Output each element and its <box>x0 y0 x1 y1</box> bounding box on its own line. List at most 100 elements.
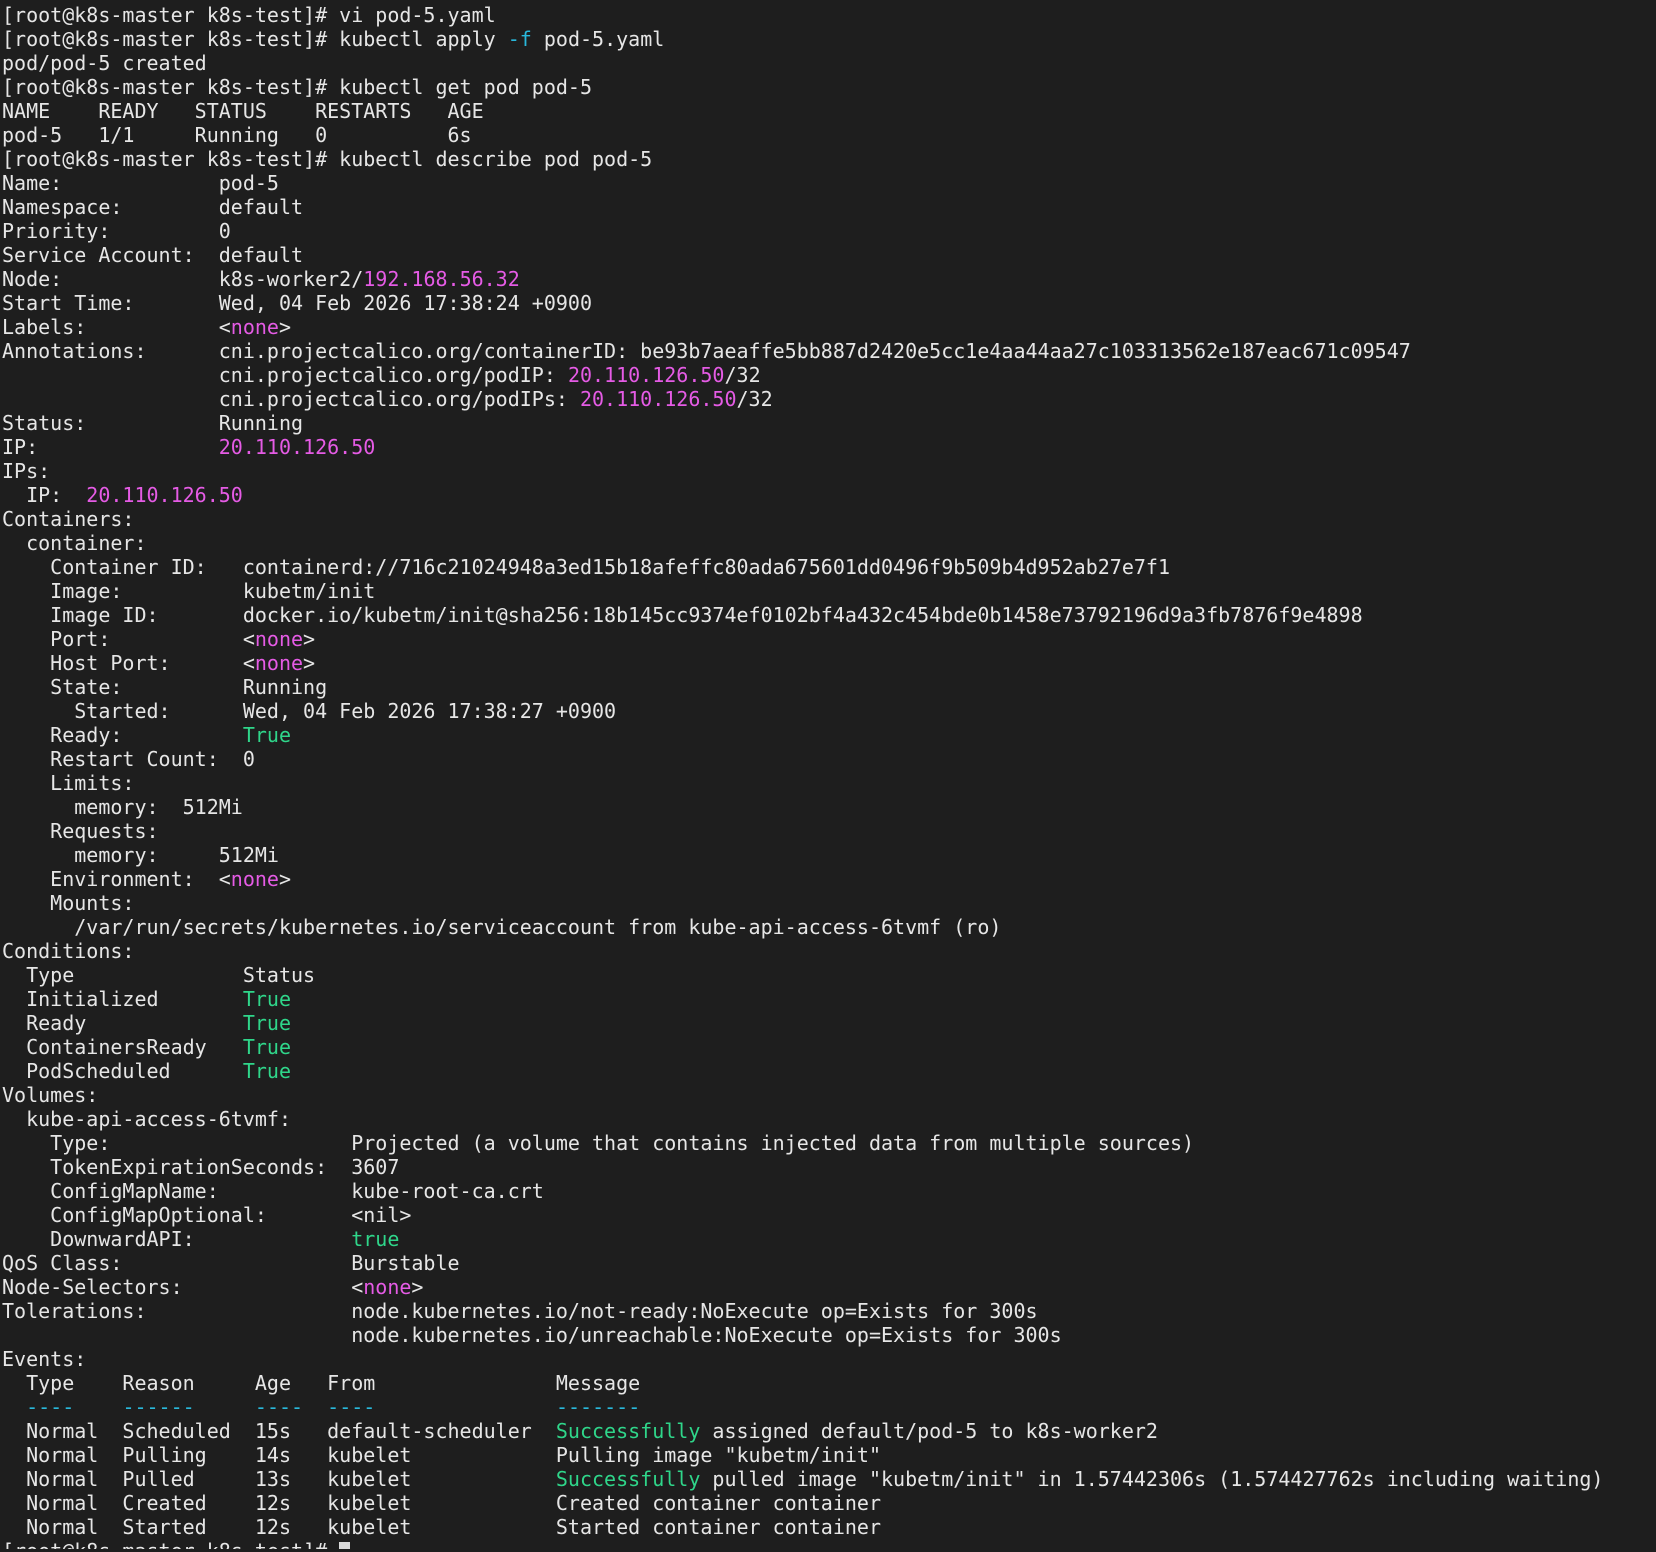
terminal-text: NAME READY STATUS RESTARTS AGE <box>2 99 484 123</box>
terminal-line: Host Port: <none> <box>2 651 1652 675</box>
terminal-line: Container ID: containerd://716c21024948a… <box>2 555 1652 579</box>
terminal-line: TokenExpirationSeconds: 3607 <box>2 1155 1652 1179</box>
terminal-text: Ready: <box>2 723 243 747</box>
terminal-line: /var/run/secrets/kubernetes.io/serviceac… <box>2 915 1652 939</box>
highlighted-text: 20.110.126.50 <box>218 435 376 459</box>
terminal-text: Service Account: default <box>2 243 304 267</box>
terminal-line: Image: kubetm/init <box>2 579 1652 603</box>
terminal-line: cni.projectcalico.org/podIPs: 20.110.126… <box>2 387 1652 411</box>
terminal-text: [root@k8s-master k8s-test]# kubectl appl… <box>2 27 508 51</box>
terminal-line: Service Account: default <box>2 243 1652 267</box>
terminal-text: cni.projectcalico.org/podIPs: <box>2 387 580 411</box>
terminal-line: pod/pod-5 created <box>2 51 1652 75</box>
terminal-text: Restart Count: 0 <box>2 747 255 771</box>
terminal-text: Priority: 0 <box>2 219 231 243</box>
terminal-line: cni.projectcalico.org/podIP: 20.110.126.… <box>2 363 1652 387</box>
terminal-text: /32 <box>736 387 773 411</box>
terminal-line: Normal Created 12s kubelet Created conta… <box>2 1491 1652 1515</box>
terminal-line: [root@k8s-master k8s-test]# <box>2 1539 1652 1549</box>
terminal-line: NAME READY STATUS RESTARTS AGE <box>2 99 1652 123</box>
terminal-cursor <box>339 1542 351 1549</box>
terminal-text: IP: <box>2 435 219 459</box>
highlighted-text: True <box>242 987 291 1011</box>
terminal-text: Environment: < <box>2 867 231 891</box>
terminal-line: Requests: <box>2 819 1652 843</box>
terminal-text: TokenExpirationSeconds: 3607 <box>2 1155 400 1179</box>
terminal-line: ---- ------ ---- ---- ------- <box>2 1395 1652 1419</box>
terminal-text: Type Reason Age From Message <box>2 1371 641 1395</box>
terminal-text: Normal Started 12s kubelet Started conta… <box>2 1515 881 1539</box>
terminal-text: [root@k8s-master k8s-test]# vi pod-5.yam… <box>2 3 496 27</box>
terminal-line: [root@k8s-master k8s-test]# kubectl desc… <box>2 147 1652 171</box>
terminal-line: [root@k8s-master k8s-test]# vi pod-5.yam… <box>2 3 1652 27</box>
highlighted-text: True <box>242 1035 291 1059</box>
terminal-line: Type Reason Age From Message <box>2 1371 1652 1395</box>
terminal-text: Start Time: Wed, 04 Feb 2026 17:38:24 +0… <box>2 291 593 315</box>
highlighted-text: 20.110.126.50 <box>86 483 243 507</box>
terminal-line: QoS Class: Burstable <box>2 1251 1652 1275</box>
terminal-text: Image ID: docker.io/kubetm/init@sha256:1… <box>2 603 1363 627</box>
terminal-line: memory: 512Mi <box>2 843 1652 867</box>
terminal-line: IPs: <box>2 459 1652 483</box>
terminal-text: Requests: <box>2 819 159 843</box>
terminal-line: Image ID: docker.io/kubetm/init@sha256:1… <box>2 603 1652 627</box>
highlighted-text: none <box>363 1275 412 1299</box>
terminal-text: Normal Pulling 14s kubelet Pulling image… <box>2 1443 881 1467</box>
terminal-text: > <box>278 867 291 891</box>
terminal-line: Port: <none> <box>2 627 1652 651</box>
terminal-text: Tolerations: node.kubernetes.io/not-read… <box>2 1299 1038 1323</box>
terminal-text: Port: < <box>2 627 255 651</box>
terminal-text: IPs: <box>2 459 51 483</box>
terminal-text: cni.projectcalico.org/podIP: <box>2 363 568 387</box>
terminal-line: PodScheduled True <box>2 1059 1652 1083</box>
terminal-text: IP: <box>2 483 87 507</box>
terminal-line: ConfigMapOptional: <nil> <box>2 1203 1652 1227</box>
terminal-text: Initialized <box>2 987 243 1011</box>
highlighted-text: True <box>242 1011 291 1035</box>
terminal-text: Normal Created 12s kubelet Created conta… <box>2 1491 881 1515</box>
terminal-text: memory: 512Mi <box>2 795 243 819</box>
terminal-line: ContainersReady True <box>2 1035 1652 1059</box>
terminal-text: Labels: < <box>2 315 231 339</box>
terminal-line: Events: <box>2 1347 1652 1371</box>
highlighted-text: True <box>242 723 291 747</box>
terminal-text: Normal Scheduled 15s default-scheduler <box>2 1419 556 1443</box>
terminal-text: Host Port: < <box>2 651 255 675</box>
terminal-line: Labels: <none> <box>2 315 1652 339</box>
terminal-line: Start Time: Wed, 04 Feb 2026 17:38:24 +0… <box>2 291 1652 315</box>
terminal-text: Name: pod-5 <box>2 171 279 195</box>
terminal-line: Containers: <box>2 507 1652 531</box>
terminal-line: Node-Selectors: <none> <box>2 1275 1652 1299</box>
terminal-text: Container ID: containerd://716c21024948a… <box>2 555 1170 579</box>
terminal-output[interactable]: [root@k8s-master k8s-test]# vi pod-5.yam… <box>2 3 1652 1549</box>
terminal-line: Started: Wed, 04 Feb 2026 17:38:27 +0900 <box>2 699 1652 723</box>
highlighted-text: none <box>254 651 304 675</box>
terminal-line: State: Running <box>2 675 1652 699</box>
terminal-line: Normal Scheduled 15s default-scheduler S… <box>2 1419 1652 1443</box>
terminal-text: Events: <box>2 1347 87 1371</box>
terminal-text: > <box>411 1275 424 1299</box>
terminal-text: Normal Pulled 13s kubelet <box>2 1467 556 1491</box>
terminal-text: QoS Class: Burstable <box>2 1251 460 1275</box>
highlighted-text: 192.168.56.32 <box>363 267 520 291</box>
terminal-line: Normal Pulled 13s kubelet Successfully p… <box>2 1467 1652 1491</box>
terminal-text: > <box>303 627 316 651</box>
terminal-text: Limits: <box>2 771 135 795</box>
terminal-line: Type Status <box>2 963 1652 987</box>
terminal-text: ConfigMapName: kube-root-ca.crt <box>2 1179 544 1203</box>
terminal-text: State: Running <box>2 675 328 699</box>
terminal-line: pod-5 1/1 Running 0 6s <box>2 123 1652 147</box>
highlighted-text: -f <box>507 27 532 51</box>
terminal-line: Node: k8s-worker2/192.168.56.32 <box>2 267 1652 291</box>
terminal-line: Name: pod-5 <box>2 171 1652 195</box>
terminal-line: kube-api-access-6tvmf: <box>2 1107 1652 1131</box>
terminal-text: Node: k8s-worker2/ <box>2 267 364 291</box>
terminal-line: Environment: <none> <box>2 867 1652 891</box>
terminal-line: IP: 20.110.126.50 <box>2 483 1652 507</box>
terminal-text: Image: kubetm/init <box>2 579 376 603</box>
terminal-line: Priority: 0 <box>2 219 1652 243</box>
highlighted-text: none <box>254 627 304 651</box>
terminal-text: Node-Selectors: < <box>2 1275 364 1299</box>
